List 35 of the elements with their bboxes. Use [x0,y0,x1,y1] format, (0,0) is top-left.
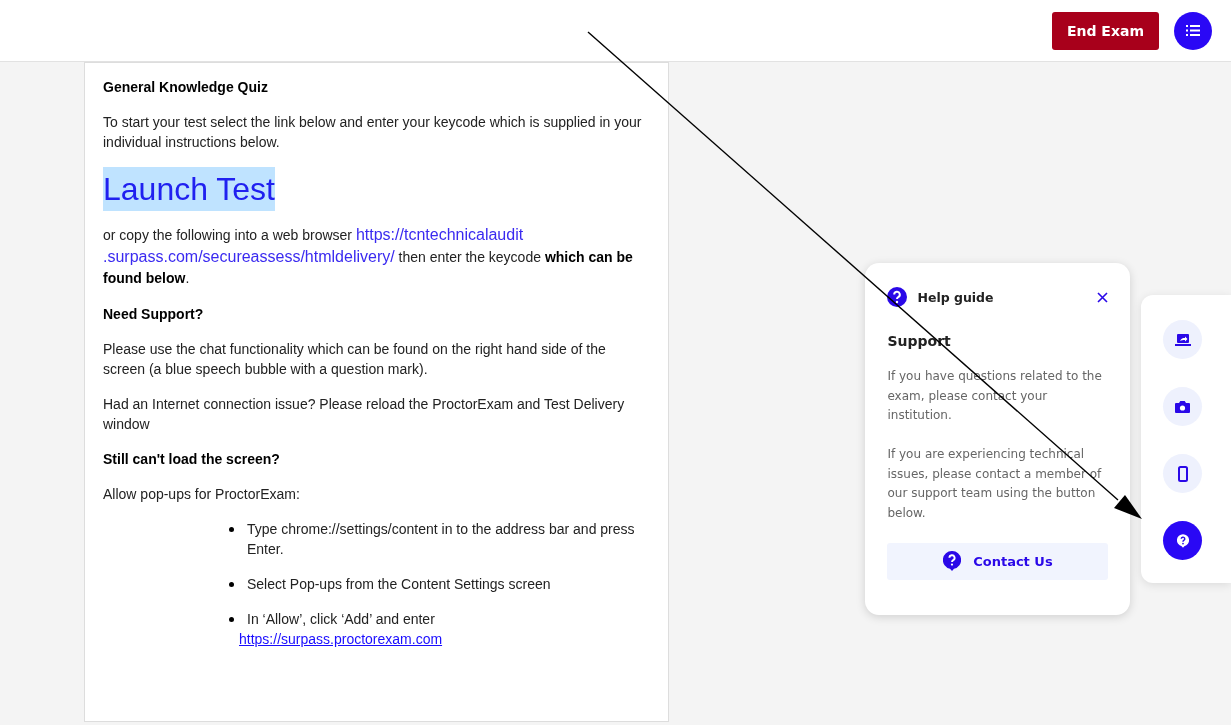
paragraph: Please use the chat functionality which can be found on the right hand side of the screen (a blue speech bubble with a question mark). [103,340,607,379]
step-text: Type chrome://settings/content in to the address bar and press Enter. [247,521,635,557]
section-heading: Still can't load the screen? [103,450,281,469]
close-button[interactable] [1097,291,1109,303]
bullet-icon [229,527,234,532]
paragraph: To start your test select the link below and enter your keycode which is supplied in your individual instructions below. [103,113,643,152]
phone-icon [1177,465,1188,482]
url-link[interactable]: https://surpass.proctorexam.com [239,631,443,647]
quiz-title: General Knowledge Quiz [103,78,269,97]
toolbar-button[interactable] [1163,521,1203,560]
close-icon [1097,291,1109,303]
paragraph: Had an Internet connection issue? Please reload the ProctorExam and Test Delivery window [103,395,626,434]
help-bubble-icon [943,551,962,571]
bullet-icon [229,582,234,587]
help-bubble-icon [1176,533,1189,548]
end-exam-button[interactable]: End Exam [1051,11,1159,50]
camera-icon [1175,400,1191,413]
url-link[interactable]: .surpass.com/secureassess/htmldelivery/ [103,248,395,265]
contact-us-button[interactable]: Contact Us [887,542,1109,580]
laptop-share-icon [1174,333,1191,346]
toolbar-button[interactable] [1163,454,1203,493]
launch-test-link[interactable]: Launch Test [103,167,275,211]
bullet-icon [229,617,234,622]
panel-title: Help guide [917,289,995,305]
menu-button[interactable] [1174,11,1212,50]
help-icon [887,287,908,307]
step-text: In ‘Allow’, click ‘Add’ and enter [247,611,435,627]
url-link[interactable]: https://tcntechnicalaudit [355,226,524,243]
toolbar-button[interactable] [1163,387,1203,426]
toolbar-button[interactable] [1163,320,1203,359]
section-heading: Need Support? [103,305,205,324]
list-icon [1186,25,1200,36]
step-text: Select Pop-ups from the Content Settings screen [247,576,551,592]
paragraph: Allow pop-ups for ProctorExam: [103,485,301,504]
paragraph: or copy the following into a web browser https://tcntechnicalaudit .surpass.com/secureassess/htmldelivery/ then enter the keycode which can be found below. [103,225,634,288]
